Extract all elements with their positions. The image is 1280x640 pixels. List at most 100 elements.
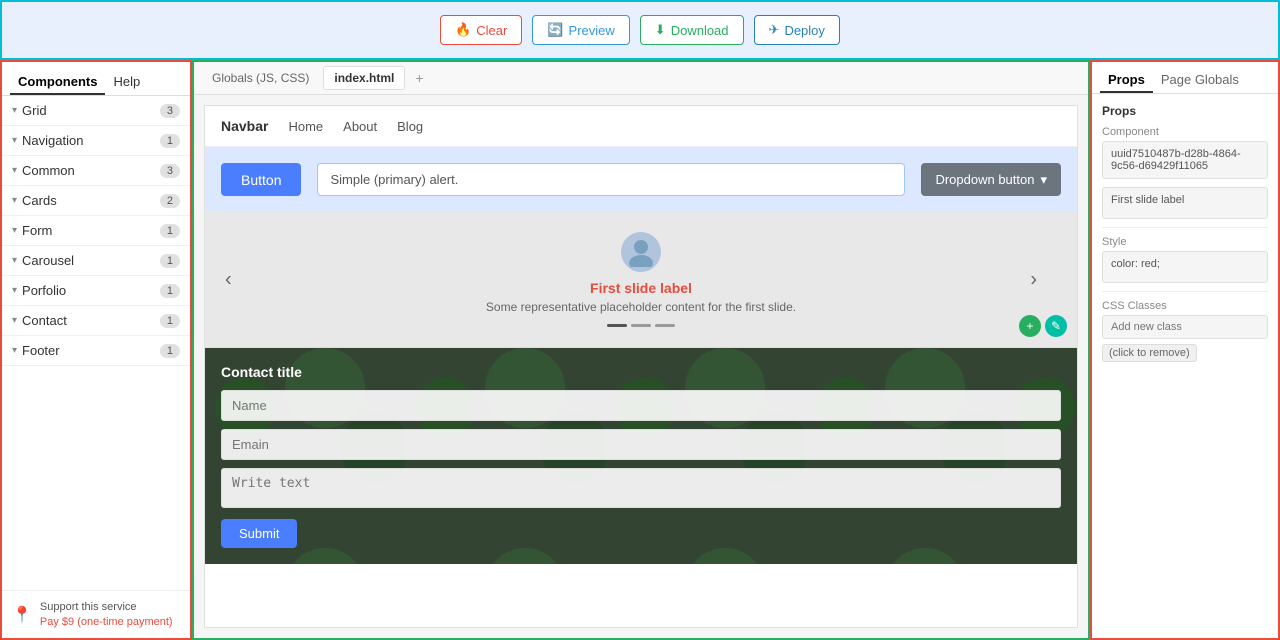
component-value: uuid7510487b-d28b-4864-9c56-d69429f11065 — [1102, 141, 1268, 179]
contact-email-input[interactable] — [221, 429, 1061, 460]
tab-components[interactable]: Components — [10, 70, 105, 95]
page-content: Navbar Home About Blog Button Simple (pr… — [204, 105, 1078, 628]
nav-link-home[interactable]: Home — [288, 119, 323, 134]
chevron-icon: ▾ — [12, 255, 17, 266]
preview-icon: 🔄 — [547, 22, 563, 38]
sidebar-item-cards[interactable]: ▾ Cards 2 — [2, 186, 190, 216]
carousel-label: First slide label — [486, 280, 796, 296]
deploy-icon: ✈ — [769, 22, 780, 38]
demo-dropdown-button[interactable]: Dropdown button ▾ — [921, 163, 1061, 196]
section-badge-common: 3 — [160, 164, 180, 178]
first-slide-label: First slide label — [1102, 187, 1268, 219]
clear-label: Clear — [476, 23, 507, 38]
sidebar-item-form[interactable]: ▾ Form 1 — [2, 216, 190, 246]
css-class-tag[interactable]: (click to remove) — [1102, 344, 1197, 362]
props-divider — [1102, 227, 1268, 228]
chevron-icon: ▾ — [12, 195, 17, 206]
contact-name-input[interactable] — [221, 390, 1061, 421]
sidebar-item-navigation[interactable]: ▾ Navigation 1 — [2, 126, 190, 156]
preview-button[interactable]: 🔄 Preview — [532, 15, 629, 45]
main-layout: Components Help ▾ Grid 3 ▾ Navigation 1 … — [0, 60, 1280, 640]
top-toolbar: 🔥 Clear 🔄 Preview ⬇ Download ✈ Deploy — [0, 0, 1280, 60]
right-sidebar: Props Page Globals Props Component uuid7… — [1090, 60, 1280, 640]
chevron-icon: ▾ — [12, 135, 17, 146]
download-icon: ⬇ — [655, 22, 666, 38]
section-badge-footer: 1 — [160, 344, 180, 358]
sidebar-item-footer[interactable]: ▾ Footer 1 — [2, 336, 190, 366]
props-panel: Props Component uuid7510487b-d28b-4864-9… — [1092, 94, 1278, 372]
section-badge-carousel: 1 — [160, 254, 180, 268]
demo-alert: Simple (primary) alert. — [317, 163, 905, 196]
section-badge-form: 1 — [160, 224, 180, 238]
sidebar-item-label: Grid — [22, 103, 47, 118]
component-label: Component — [1102, 126, 1268, 138]
contact-submit-button[interactable]: Submit — [221, 519, 297, 548]
demo-contact: Contact title Submit — [205, 348, 1077, 564]
sidebar-item-contact[interactable]: ▾ Contact 1 — [2, 306, 190, 336]
download-label: Download — [671, 23, 729, 38]
right-tabs: Props Page Globals — [1092, 62, 1278, 94]
demo-button[interactable]: Button — [221, 163, 301, 196]
sidebar-item-porfolio[interactable]: ▾ Porfolio 1 — [2, 276, 190, 306]
section-badge-cards: 2 — [160, 194, 180, 208]
sidebar-item-label: Form — [22, 223, 52, 238]
alert-text: Simple (primary) alert. — [330, 172, 458, 187]
navbar-brand: Navbar — [221, 118, 268, 134]
chevron-icon: ▾ — [12, 225, 17, 236]
contact-title: Contact title — [221, 364, 1061, 380]
style-value: color: red; — [1102, 251, 1268, 283]
support-text: Support this service — [40, 601, 173, 613]
nav-link-about[interactable]: About — [343, 119, 377, 134]
tab-index[interactable]: index.html — [323, 66, 405, 90]
carousel-description: Some representative placeholder content … — [486, 300, 796, 314]
demo-navbar: Navbar Home About Blog — [205, 106, 1077, 147]
sidebar-item-label: Carousel — [22, 253, 74, 268]
carousel-prev-button[interactable]: ‹ — [215, 268, 242, 291]
tab-page-globals[interactable]: Page Globals — [1153, 68, 1247, 93]
chevron-icon: ▾ — [12, 285, 17, 296]
support-section: 📍 Support this service Pay $9 (one-time … — [2, 590, 190, 638]
carousel-dots — [486, 324, 796, 327]
carousel-controls: + ✎ — [1019, 315, 1067, 337]
preview-label: Preview — [569, 23, 615, 38]
sidebar-item-label: Navigation — [22, 133, 83, 148]
sidebar-item-label: Cards — [22, 193, 57, 208]
carousel-dot-2 — [631, 324, 651, 327]
tab-add[interactable]: + — [409, 68, 429, 88]
canvas-tabs: Globals (JS, CSS) index.html + — [194, 62, 1088, 95]
sidebar-item-carousel[interactable]: ▾ Carousel 1 — [2, 246, 190, 276]
carousel-dot-3 — [655, 324, 675, 327]
section-badge-grid: 3 — [160, 104, 180, 118]
sidebar-item-label: Contact — [22, 313, 67, 328]
center-canvas: Globals (JS, CSS) index.html + Navbar Ho… — [192, 60, 1090, 640]
css-class-input[interactable] — [1102, 315, 1268, 339]
nav-link-blog[interactable]: Blog — [397, 119, 423, 134]
sidebar-tabs: Components Help — [2, 62, 190, 96]
style-label: Style — [1102, 236, 1268, 248]
tab-globals[interactable]: Globals (JS, CSS) — [202, 67, 319, 89]
clear-button[interactable]: 🔥 Clear — [440, 15, 522, 45]
carousel-next-button[interactable]: › — [1020, 268, 1047, 291]
dropdown-caret: ▾ — [1040, 172, 1047, 188]
canvas-body: Navbar Home About Blog Button Simple (pr… — [194, 95, 1088, 638]
contact-message-input[interactable] — [221, 468, 1061, 508]
carousel-add-button[interactable]: + — [1019, 315, 1041, 337]
support-icon: 📍 — [12, 605, 32, 625]
sidebar-item-label: Porfolio — [22, 283, 66, 298]
carousel-avatar — [621, 232, 661, 272]
tab-props[interactable]: Props — [1100, 68, 1153, 93]
carousel-dot-1 — [607, 324, 627, 327]
carousel-edit-button[interactable]: ✎ — [1045, 315, 1067, 337]
deploy-button[interactable]: ✈ Deploy — [754, 15, 840, 45]
sidebar-item-label: Footer — [22, 343, 60, 358]
deploy-label: Deploy — [784, 23, 824, 38]
tab-help[interactable]: Help — [105, 70, 148, 95]
chevron-icon: ▾ — [12, 165, 17, 176]
sidebar-item-common[interactable]: ▾ Common 3 — [2, 156, 190, 186]
carousel-content: First slide label Some representative pl… — [486, 232, 796, 327]
download-button[interactable]: ⬇ Download — [640, 15, 744, 45]
left-sidebar: Components Help ▾ Grid 3 ▾ Navigation 1 … — [0, 60, 192, 640]
sidebar-item-grid[interactable]: ▾ Grid 3 — [2, 96, 190, 126]
components-row: Button Simple (primary) alert. Dropdown … — [205, 147, 1077, 212]
support-link[interactable]: Pay $9 (one-time payment) — [40, 616, 173, 628]
